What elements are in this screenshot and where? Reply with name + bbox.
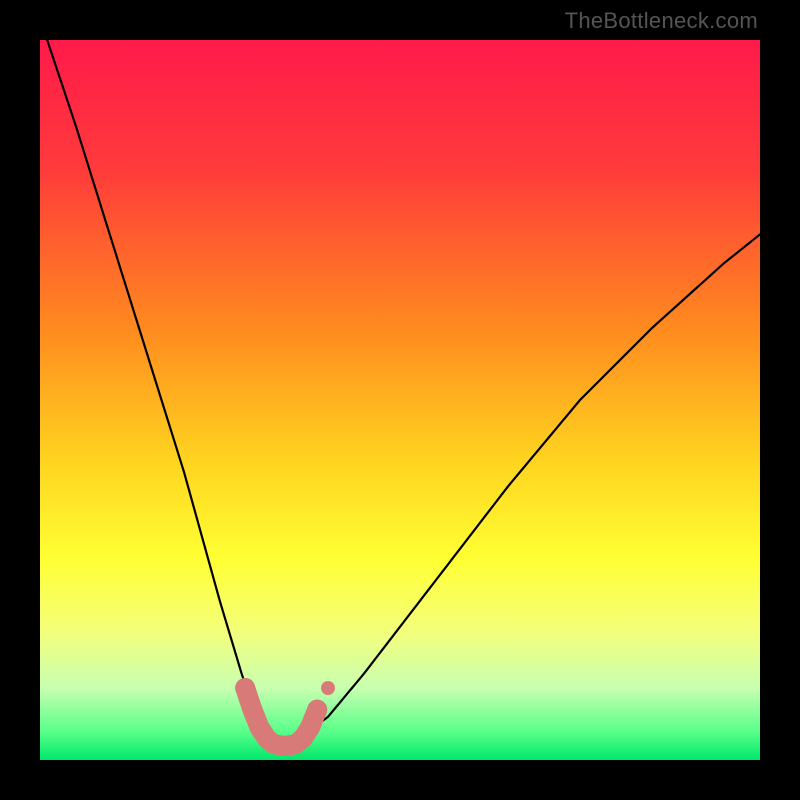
- chart-frame: TheBottleneck.com: [0, 0, 800, 800]
- highlight-endpoint: [307, 700, 327, 720]
- curve-layer: [40, 40, 760, 760]
- highlight-stroke: [245, 688, 317, 746]
- bottleneck-curve: [47, 40, 760, 746]
- highlight-markers: [235, 678, 335, 746]
- highlight-endpoint: [235, 678, 255, 698]
- plot-area: [40, 40, 760, 760]
- highlight-outlier-dot: [321, 681, 335, 695]
- attribution-text: TheBottleneck.com: [565, 8, 758, 34]
